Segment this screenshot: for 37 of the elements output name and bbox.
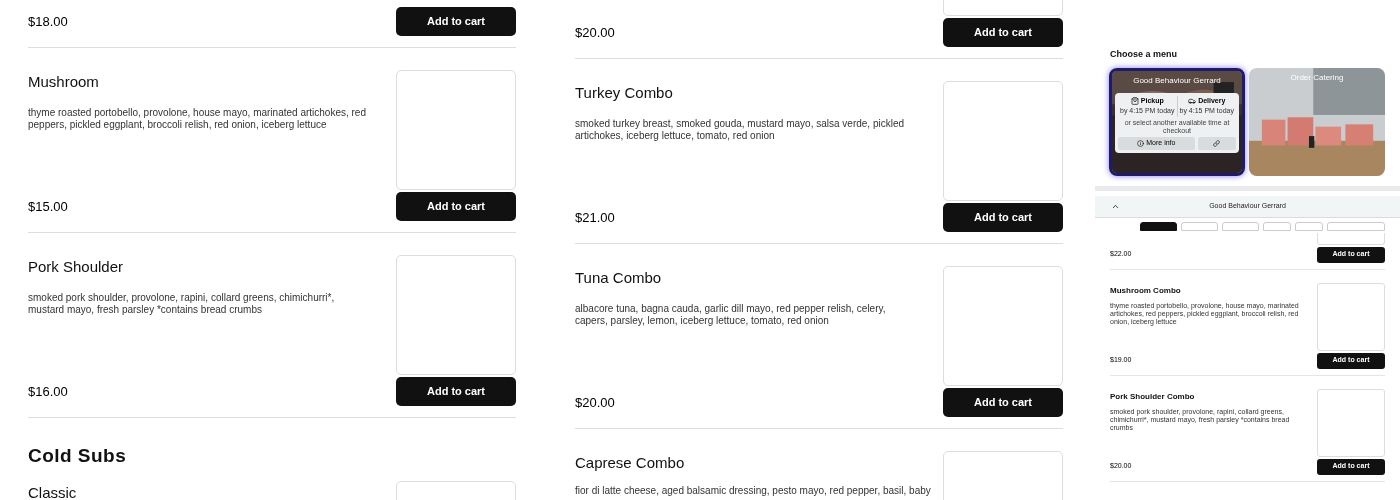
item-name: Classic [28, 482, 78, 500]
item-name: Mushroom [28, 72, 100, 92]
add-to-cart-button[interactable]: Add to cart [943, 18, 1063, 47]
add-to-cart-button[interactable]: Add to cart [943, 203, 1063, 232]
item-description: thyme roasted portobello, provolone, house mayo, marinated artichokes, red peppers, pickled eggplant, broccoli relish, red onion, iceberg lettuce [28, 106, 367, 131]
item-name: Turkey Combo [575, 83, 674, 103]
item-name: Mushroom Combo [1110, 284, 1182, 297]
item-name: Pork Shoulder [28, 257, 125, 277]
item-description: smoked turkey breast, smoked gouda, mustard mayo, salsa verde, pickled artichokes, iceberg lettuce, tomato, red onion [575, 117, 906, 142]
category-tab[interactable] [1140, 221, 1177, 231]
item-name: Tuna Combo [575, 268, 663, 288]
item-image-frame [1317, 282, 1385, 351]
item-image-frame [1317, 232, 1385, 245]
price: $20.00 [575, 393, 615, 412]
price: $20.00 [575, 23, 615, 42]
add-to-cart-button[interactable]: Add to cart [396, 192, 516, 221]
add-to-cart-button[interactable]: Add to cart [396, 7, 516, 36]
price: $18.00 [28, 12, 68, 31]
item-description: albacore tuna, bagna cauda, garlic dill mayo, red pepper relish, celery, capers, parsley, lemon, iceberg lettuce, tomato, red onion [575, 302, 887, 327]
menu-title: Good Behaviour Gerrard [1133, 74, 1221, 87]
price: $15.00 [28, 197, 68, 216]
car-icon [1188, 96, 1197, 105]
price: $16.00 [28, 382, 68, 401]
section-heading: Cold Subs [28, 444, 128, 468]
add-to-cart-button[interactable]: Add to cart [943, 388, 1063, 417]
link-button[interactable] [1197, 136, 1236, 150]
section-title: Choose a menu [1110, 48, 1178, 61]
item-description: fior di latte cheese, aged balsamic dressing, pesto mayo, red pepper, basil, baby [575, 484, 931, 497]
item-image-frame [1317, 388, 1385, 457]
item-name: Caprese Combo [575, 453, 686, 473]
info-icon [1137, 139, 1145, 147]
bag-icon [1130, 96, 1139, 105]
add-to-cart-button[interactable]: Add to cart [396, 377, 516, 406]
item-name: Pork Shoulder Combo [1110, 390, 1196, 403]
link-icon [1213, 139, 1221, 147]
item-description: smoked pork shoulder, provolone, rapini, collard greens, chimichurri*, mustard mayo, fresh parsley *contains bread crumbs [28, 291, 336, 316]
price: $21.00 [575, 208, 615, 227]
